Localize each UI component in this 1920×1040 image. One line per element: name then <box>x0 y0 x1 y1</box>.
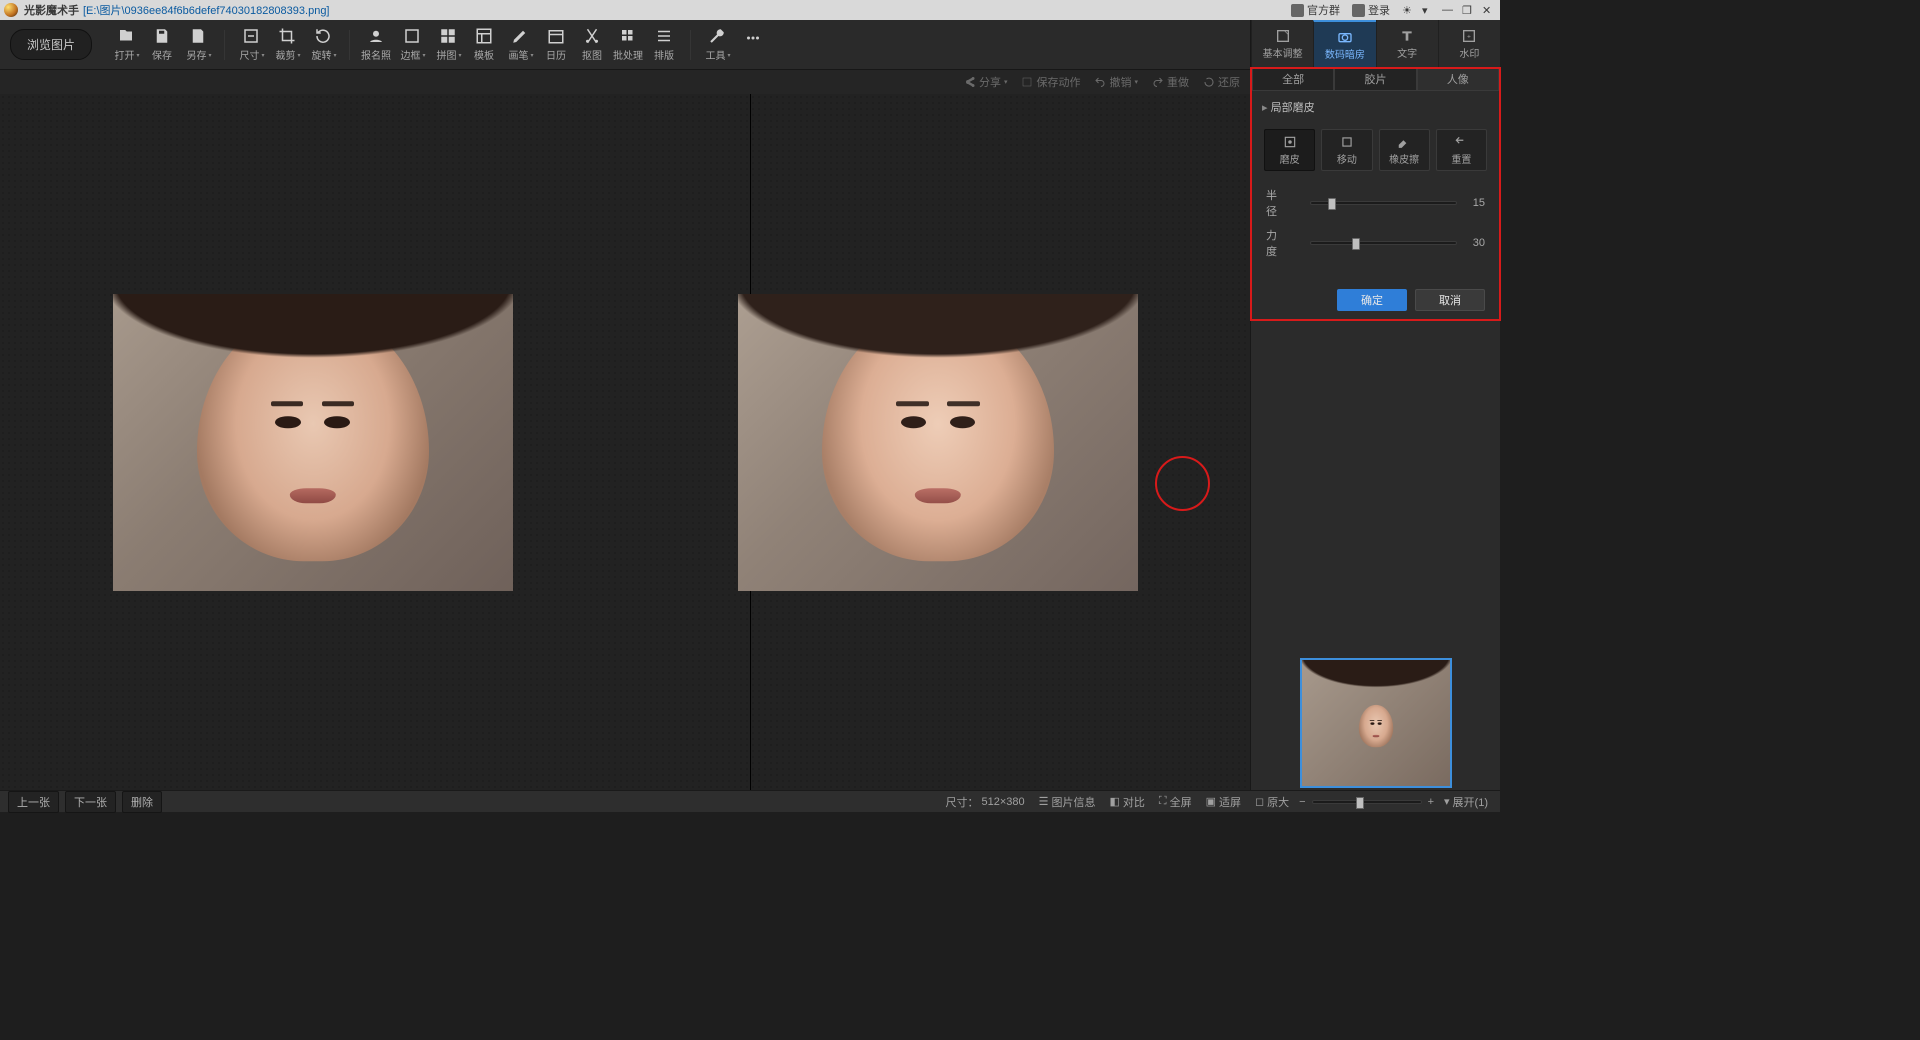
title-bar: 光影魔术手 [E:\图片\0936ee84f6b6defef7403018280… <box>0 0 1500 20</box>
size-info: 尺寸：512×380 <box>941 794 1028 810</box>
compare-button[interactable]: ◧ 对比 <box>1105 794 1148 810</box>
strength-track[interactable] <box>1310 241 1457 245</box>
id-photo-button[interactable]: 报名照 <box>360 25 392 65</box>
fullscreen-button[interactable]: ⛶ 全屏 <box>1155 794 1196 810</box>
app-logo-icon <box>4 3 18 17</box>
share-button[interactable]: 分享 ▾ <box>964 74 1008 90</box>
expand-button[interactable]: ▾ 展开(1) <box>1440 794 1492 810</box>
save-as-button[interactable]: 另存 <box>182 25 214 65</box>
panel-title[interactable]: 局部磨皮 <box>1252 91 1499 123</box>
subtab-film[interactable]: 胶片 <box>1334 69 1416 91</box>
menu-button[interactable]: ▾ <box>1416 1 1436 19</box>
more-button[interactable] <box>737 25 769 65</box>
thumbnail-image[interactable] <box>1300 658 1452 788</box>
close-button[interactable]: ✕ <box>1476 1 1496 19</box>
fit-button[interactable]: ▣ 适屏 <box>1202 794 1245 810</box>
tool-eraser-button[interactable]: 橡皮擦 <box>1379 129 1430 171</box>
zoom-out-icon[interactable]: − <box>1299 796 1305 808</box>
prev-button[interactable]: 上一张 <box>8 791 59 813</box>
tool-reset-button[interactable]: 重置 <box>1436 129 1487 171</box>
tool-move-button[interactable]: 移动 <box>1321 129 1372 171</box>
canvas-original[interactable] <box>0 94 625 790</box>
subtab-portrait[interactable]: 人像 <box>1417 69 1499 91</box>
svg-text:+: + <box>1467 34 1471 41</box>
user-icon <box>1352 4 1365 17</box>
official-group-button[interactable]: 官方群 <box>1285 1 1346 19</box>
tab-text[interactable]: 文字 <box>1376 20 1438 68</box>
photo-preview <box>738 294 1138 591</box>
template-button[interactable]: 模板 <box>468 25 500 65</box>
resize-button[interactable]: 尺寸 <box>235 25 267 65</box>
save-action-button[interactable]: 保存动作 <box>1021 74 1080 90</box>
cancel-button[interactable]: 取消 <box>1415 289 1485 311</box>
file-path: [E:\图片\0936ee84f6b6defef74030182808393.p… <box>83 2 330 18</box>
tab-basic[interactable]: 基本调整 <box>1251 20 1313 68</box>
app-name: 光影魔术手 <box>24 2 79 18</box>
chat-icon <box>1291 4 1304 17</box>
tab-watermark[interactable]: +水印 <box>1438 20 1500 68</box>
cutout-button[interactable]: 抠图 <box>576 25 608 65</box>
image-info-button[interactable]: ☰ 图片信息 <box>1035 794 1100 810</box>
frame-button[interactable]: 边框 <box>396 25 428 65</box>
strength-slider[interactable]: 力度 30 <box>1252 223 1499 263</box>
browse-images-button[interactable]: 浏览图片 <box>10 29 92 60</box>
collage-button[interactable]: 拼图 <box>432 25 464 65</box>
thumbnail-panel <box>1251 652 1500 794</box>
login-button[interactable]: 登录 <box>1346 1 1396 19</box>
radius-track[interactable] <box>1310 201 1457 205</box>
strength-thumb[interactable] <box>1352 238 1360 250</box>
tools-button[interactable]: 工具 <box>701 25 733 65</box>
ok-button[interactable]: 确定 <box>1337 289 1407 311</box>
save-button[interactable]: 保存 <box>146 25 178 65</box>
subtab-all[interactable]: 全部 <box>1252 69 1334 91</box>
strength-value: 30 <box>1465 237 1485 249</box>
right-panel: 基本调整 数码暗房 文字 +水印 全部 胶片 人像 局部磨皮 磨皮 移动 橡皮擦… <box>1250 20 1500 794</box>
maximize-button[interactable]: ❐ <box>1456 1 1476 19</box>
minimize-button[interactable]: — <box>1436 1 1456 19</box>
right-main-tabs: 基本调整 数码暗房 文字 +水印 <box>1251 20 1500 68</box>
original-size-button[interactable]: ◻ 原大 <box>1251 794 1293 810</box>
strength-label: 力度 <box>1266 227 1302 259</box>
layout-button[interactable]: 排版 <box>648 25 680 65</box>
next-button[interactable]: 下一张 <box>65 791 116 813</box>
tool-row: 磨皮 移动 橡皮擦 重置 <box>1252 129 1499 171</box>
undo-button[interactable]: 撤销 ▾ <box>1094 74 1138 90</box>
brush-cursor-icon <box>1155 456 1210 511</box>
batch-button[interactable]: 批处理 <box>612 25 644 65</box>
rotate-button[interactable]: 旋转 <box>307 25 339 65</box>
delete-button[interactable]: 删除 <box>122 791 162 813</box>
calendar-button[interactable]: 日历 <box>540 25 572 65</box>
photo-original <box>113 294 513 591</box>
zoom-in-icon[interactable]: + <box>1428 796 1434 808</box>
zoom-thumb[interactable] <box>1356 797 1364 809</box>
radius-slider[interactable]: 半径 15 <box>1252 183 1499 223</box>
button-row: 确定 取消 <box>1252 263 1499 311</box>
radius-label: 半径 <box>1266 187 1302 219</box>
redo-button[interactable]: 重做 <box>1152 74 1189 90</box>
tool-smooth-button[interactable]: 磨皮 <box>1264 129 1315 171</box>
canvas-preview[interactable] <box>626 94 1250 790</box>
highlighted-panel: 全部 胶片 人像 局部磨皮 磨皮 移动 橡皮擦 重置 半径 15 力度 30 确… <box>1250 67 1501 321</box>
open-button[interactable]: 打开 <box>110 25 142 65</box>
status-bar: 上一张 下一张 删除 尺寸：512×380 ☰ 图片信息 ◧ 对比 ⛶ 全屏 ▣… <box>0 790 1500 812</box>
crop-button[interactable]: 裁剪 <box>271 25 303 65</box>
radius-value: 15 <box>1465 197 1485 209</box>
brush-button[interactable]: 画笔 <box>504 25 536 65</box>
restore-button[interactable]: 还原 <box>1203 74 1240 90</box>
sub-tabs: 全部 胶片 人像 <box>1252 69 1499 91</box>
tab-darkroom[interactable]: 数码暗房 <box>1313 20 1375 68</box>
zoom-slider[interactable] <box>1312 800 1422 804</box>
skin-button[interactable]: ☀ <box>1396 1 1416 19</box>
radius-thumb[interactable] <box>1328 198 1336 210</box>
